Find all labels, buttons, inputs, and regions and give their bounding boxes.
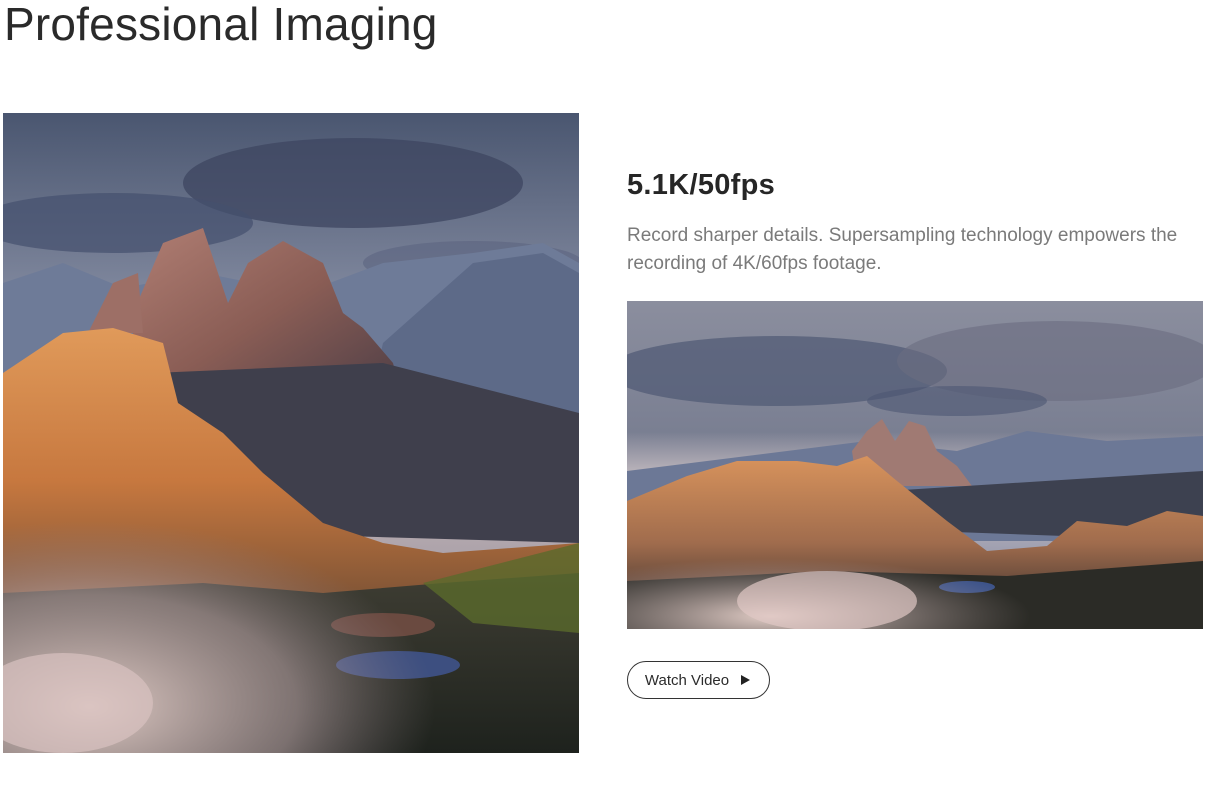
feature-heading: 5.1K/50fps bbox=[627, 169, 776, 201]
hero-image bbox=[3, 113, 579, 753]
video-preview-image[interactable] bbox=[627, 301, 1203, 629]
watch-video-button[interactable]: Watch Video bbox=[627, 661, 770, 699]
play-icon bbox=[741, 675, 751, 685]
page-title: Professional Imaging bbox=[4, 0, 438, 50]
feature-description: Record sharper details. Supersampling te… bbox=[627, 225, 1178, 274]
watch-video-label: Watch Video bbox=[644, 671, 730, 689]
